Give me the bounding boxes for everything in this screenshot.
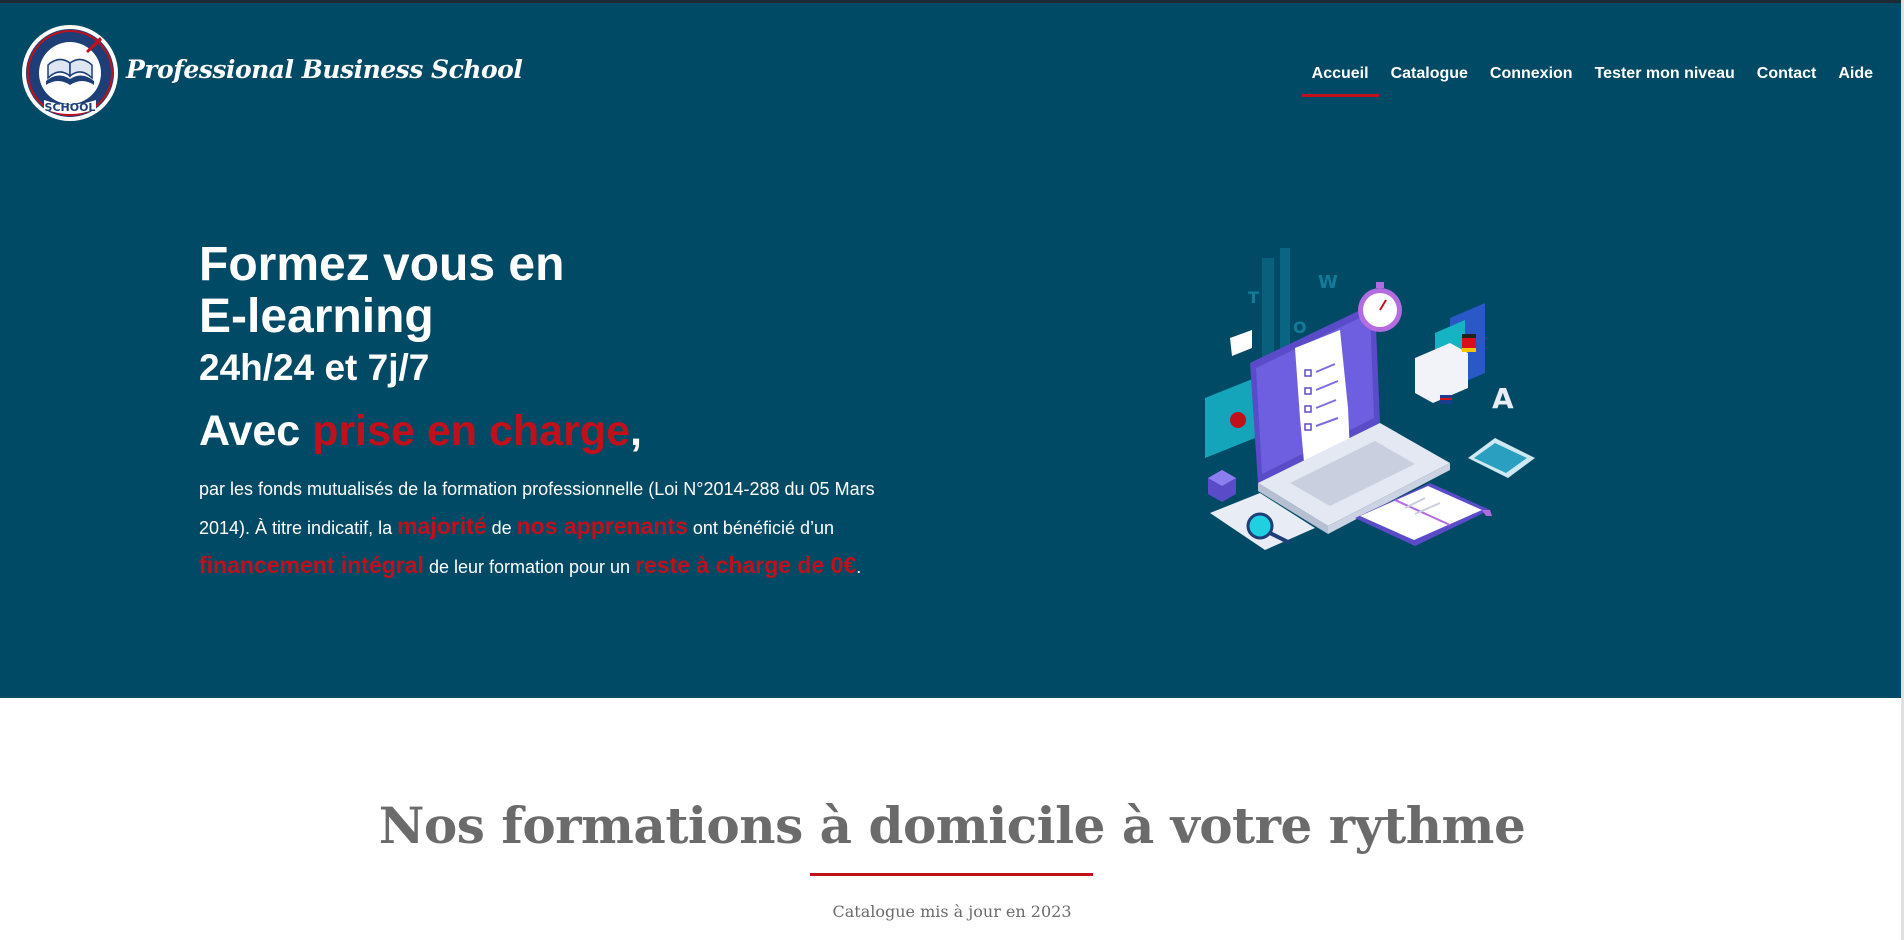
hero-title-line1: Formez vous en [199,238,565,291]
laptop-learning-icon: T W O A [1205,248,1535,550]
elearning-illustration: T W O A [1200,248,1550,578]
hero-funding-heading: Avec prise en charge, [199,405,919,457]
logo-school-text: SCHOOL [45,101,96,114]
brand-name[interactable]: Professional Business School [126,55,523,84]
nav-connexion[interactable]: Connexion [1490,63,1573,93]
section-title: Nos formations à domicile à votre rythme [378,796,1526,855]
para-de: de [486,518,517,538]
nav-accueil[interactable]: Accueil [1301,63,1379,97]
nav-aide[interactable]: Aide [1838,63,1873,93]
nav-contact[interactable]: Contact [1757,63,1817,93]
highlight-apprenants: nos apprenants [516,513,688,539]
prise-en-charge-text: prise en charge [312,407,631,455]
para-end: . [856,557,862,577]
hero-title-line2: E-learning [199,290,434,343]
nav-tester-niveau[interactable]: Tester mon niveau [1595,63,1735,93]
hero-section: SCHOOL Professional Business School Accu… [0,3,1904,698]
svg-text:O: O [1293,318,1307,337]
section-title-underline [810,873,1093,876]
svg-text:A: A [1492,382,1514,415]
svg-text:T: T [1248,288,1259,307]
hero-text: Formez vous en E-learning 24h/24 et 7j/7… [199,239,919,586]
logo-emblem-icon: SCHOOL [22,25,118,121]
hero-availability: 24h/24 et 7j/7 [199,347,430,388]
hero-paragraph: par les fonds mutualisés de la formation… [199,471,919,586]
para-part2: ont bénéficié d’un [687,518,834,538]
highlight-financement: financement intégral [199,552,424,578]
highlight-majorite: majorité [397,513,487,539]
nav-catalogue[interactable]: Catalogue [1391,63,1468,93]
comma-text: , [630,407,642,455]
para-part3: de leur formation pour un [423,557,636,577]
main-nav: Accueil Catalogue Connexion Tester mon n… [1301,63,1873,97]
svg-text:W: W [1318,272,1338,293]
highlight-reste-a-charge: reste à charge de 0€ [635,552,857,578]
avec-text: Avec [199,407,313,455]
school-logo[interactable]: SCHOOL [20,23,120,123]
section-subtitle: Catalogue mis à jour en 2023 [832,902,1072,921]
